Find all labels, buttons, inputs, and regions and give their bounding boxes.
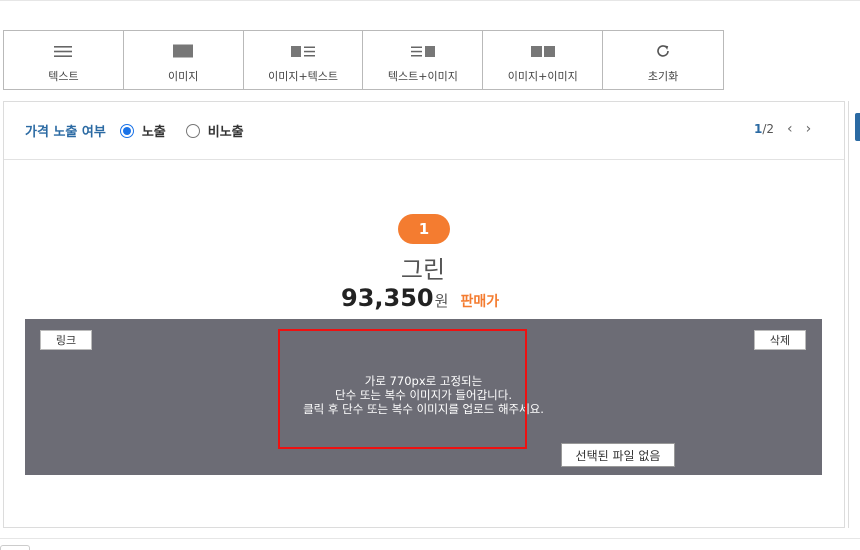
delete-button[interactable]: 삭제 [754, 330, 806, 350]
content-panel: 가격 노출 여부 노출 비노출 1 /2 ‹ › 1 그린 93,350 원 판… [3, 101, 845, 528]
top-divider [0, 0, 860, 1]
tool-text-image-button[interactable]: 텍스트+이미지 [363, 31, 484, 89]
tool-image-label: 이미지 [168, 70, 199, 83]
price-currency: 원 [434, 292, 449, 310]
pager-current: 1 [754, 122, 763, 136]
item-number-badge: 1 [398, 214, 450, 244]
image-upload-area[interactable]: 링크 삭제 가로 770px로 고정되는 단수 또는 복수 이미지가 들어갑니다… [25, 319, 822, 475]
radio-hide-price[interactable]: 비노출 [185, 121, 244, 140]
side-action-button[interactable] [855, 113, 860, 141]
radio-show-label: 노출 [141, 125, 166, 140]
image-image-icon [530, 44, 556, 58]
pager-total: /2 [762, 122, 775, 136]
right-panel-edge [848, 101, 860, 159]
tool-image-button[interactable]: 이미지 [124, 31, 244, 89]
tool-reset-button[interactable]: 초기화 [603, 31, 723, 89]
right-divider [848, 159, 849, 528]
image-text-icon [290, 44, 316, 58]
tool-reset-label: 초기화 [647, 70, 679, 83]
bottom-divider [0, 538, 860, 539]
price-type-label: 판매가 [460, 294, 500, 310]
radio-hide-circle[interactable] [185, 123, 200, 138]
tool-text-button[interactable]: 텍스트 [4, 31, 124, 89]
panel-header: 가격 노출 여부 노출 비노출 1 /2 ‹ › [4, 102, 844, 160]
tool-image-text-button[interactable]: 이미지+텍스트 [244, 31, 364, 89]
product-name: 그린 [400, 256, 446, 284]
highlight-box [278, 329, 527, 449]
bottom-control-stub[interactable] [0, 545, 30, 550]
tool-image-image-label: 이미지+이미지 [507, 70, 578, 83]
reset-icon [655, 44, 671, 58]
radio-show-price[interactable]: 노출 [119, 121, 166, 140]
price-value: 93,350 [341, 284, 434, 312]
tool-text-label: 텍스트 [48, 70, 79, 83]
tool-text-image-label: 텍스트+이미지 [387, 70, 458, 83]
text-lines-icon [53, 44, 73, 58]
file-input-button[interactable]: 선택된 파일 없음 [561, 443, 675, 467]
link-button[interactable]: 링크 [40, 330, 92, 350]
text-image-icon [410, 44, 436, 58]
tool-image-text-label: 이미지+텍스트 [268, 70, 339, 83]
layout-toolbar: 텍스트 이미지 이미지+텍스트 텍스트+이미지 이미지+이미지 초기화 [3, 30, 724, 90]
price-visibility-label: 가격 노출 여부 [25, 125, 106, 140]
chevron-right-icon[interactable]: › [806, 122, 812, 136]
radio-show-circle[interactable] [119, 123, 134, 138]
image-block-icon [172, 44, 194, 58]
chevron-left-icon[interactable]: ‹ [787, 122, 793, 136]
tool-image-image-button[interactable]: 이미지+이미지 [483, 31, 604, 89]
pager: 1 /2 ‹ › [754, 122, 811, 136]
radio-hide-label: 비노출 [207, 125, 244, 140]
price-row: 93,350 원 판매가 [341, 284, 499, 312]
